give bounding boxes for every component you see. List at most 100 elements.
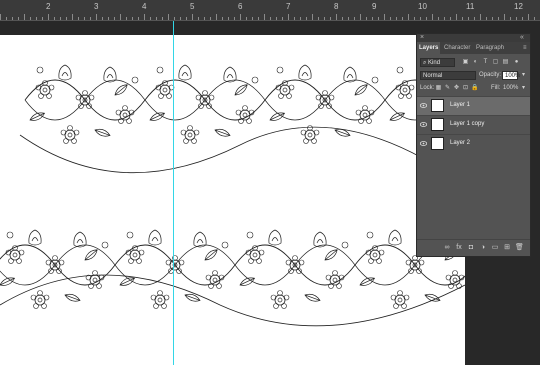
ruler-tick — [96, 14, 97, 20]
blend-row: Normal Opacity: 100% ▾ — [417, 69, 530, 82]
layer-thumbnail — [431, 118, 444, 131]
ruler-tick — [48, 14, 49, 20]
ruler-tick — [120, 14, 121, 20]
horizontal-ruler: 2 3 4 5 6 7 8 9 10 11 12 — [0, 0, 540, 21]
lock-position-icon[interactable]: ✥ — [453, 85, 460, 92]
ruler-tick — [288, 14, 289, 20]
layer-name[interactable]: Layer 1 — [450, 102, 470, 108]
ruler-number: 6 — [238, 2, 243, 11]
chevron-down-icon[interactable]: ▾ — [520, 72, 527, 79]
fill-value[interactable]: 100% — [503, 85, 518, 91]
filter-kind-select[interactable]: ⌕ Kind — [420, 58, 455, 67]
ruler-tick — [300, 17, 301, 20]
layer-name[interactable]: Layer 1 copy — [450, 121, 484, 127]
ruler-number: 7 — [286, 2, 291, 11]
panel-menu-icon[interactable]: ≡ — [521, 42, 529, 54]
chevron-down-icon[interactable]: ▾ — [520, 85, 527, 92]
ruler-tick — [510, 17, 511, 20]
layer-row[interactable]: Layer 1 copy — [417, 115, 530, 134]
ruler-tick — [6, 17, 7, 20]
ruler-number: 4 — [142, 2, 147, 11]
ruler-tick — [66, 17, 67, 20]
fx-icon[interactable]: fx — [455, 244, 463, 252]
eye-icon[interactable] — [420, 103, 427, 108]
eye-icon[interactable] — [420, 141, 427, 146]
ruler-tick — [336, 14, 337, 20]
ruler-tick — [432, 14, 433, 20]
mask-icon[interactable]: ◘ — [467, 244, 475, 252]
ruler-tick — [354, 17, 355, 20]
ruler-tick — [456, 14, 457, 20]
ruler-tick — [318, 17, 319, 20]
ruler-tick — [78, 17, 79, 20]
new-layer-icon[interactable]: ⊞ — [503, 244, 511, 252]
ruler-tick — [270, 17, 271, 20]
link-icon[interactable]: ∞ — [443, 244, 451, 252]
ruler-tick — [408, 14, 409, 20]
vertical-guide-line[interactable] — [173, 21, 174, 365]
panel-title-bar[interactable]: × « — [417, 34, 530, 42]
trash-icon[interactable]: 🗑 — [515, 244, 524, 252]
tab-layers[interactable]: Layers — [417, 42, 441, 54]
ruler-tick — [54, 17, 55, 20]
ruler-tick — [366, 17, 367, 20]
ruler-tick — [342, 17, 343, 20]
type-filter-icon[interactable]: T — [482, 59, 489, 66]
ruler-tick — [306, 17, 307, 20]
opacity-input[interactable]: 100% — [502, 71, 520, 80]
adjustment-icon[interactable]: ◑ — [479, 244, 487, 252]
ruler-tick — [144, 14, 145, 20]
ruler-tick — [498, 17, 499, 20]
collapse-icon[interactable]: « — [520, 34, 524, 42]
ruler-tick — [492, 17, 493, 20]
eye-icon[interactable] — [420, 122, 427, 127]
floral-line-art — [0, 35, 465, 327]
ruler-tick — [180, 17, 181, 20]
ruler-tick — [504, 14, 505, 20]
close-icon[interactable]: × — [420, 34, 424, 42]
filter-toggle-icon[interactable]: ● — [513, 59, 520, 66]
ruler-tick — [186, 17, 187, 20]
adjustment-filter-icon[interactable]: ◐ — [472, 59, 479, 66]
layer-thumbnail — [431, 99, 444, 112]
ruler-tick — [522, 17, 523, 20]
pixel-filter-icon[interactable]: ▣ — [462, 59, 469, 66]
ruler-tick — [324, 17, 325, 20]
ruler-tick — [252, 17, 253, 20]
ruler-tick — [462, 17, 463, 20]
lock-row: Lock: ▦ ✎ ✥ ⊡ 🔒 Fill: 100% ▾ — [417, 82, 530, 95]
blend-mode-select[interactable]: Normal — [420, 71, 476, 80]
ruler-tick — [396, 17, 397, 20]
ruler-tick — [30, 17, 31, 20]
lock-all-icon[interactable]: 🔒 — [471, 85, 478, 92]
ruler-tick — [240, 14, 241, 20]
smart-object-filter-icon[interactable]: ▤ — [502, 59, 509, 66]
layer-row[interactable]: Layer 2 — [417, 134, 530, 153]
ruler-tick — [114, 17, 115, 20]
ruler-tick — [174, 17, 175, 20]
ruler-tick — [468, 17, 469, 20]
document-canvas[interactable] — [0, 35, 465, 365]
filter-row: ⌕ Kind ▣ ◐ T ▢ ▤ ● — [417, 56, 530, 69]
ruler-tick — [414, 17, 415, 20]
folder-icon[interactable]: ▭ — [491, 244, 499, 252]
ruler-tick — [150, 17, 151, 20]
tab-character[interactable]: Character — [442, 42, 472, 54]
ruler-tick — [528, 14, 529, 20]
ruler-tick — [450, 17, 451, 20]
ruler-number: 9 — [372, 2, 377, 11]
layer-name[interactable]: Layer 2 — [450, 140, 470, 146]
ruler-tick — [234, 17, 235, 20]
ruler-tick — [378, 17, 379, 20]
ruler-tick — [192, 14, 193, 20]
ruler-tick — [372, 17, 373, 20]
lock-artboard-icon[interactable]: ⊡ — [462, 85, 469, 92]
layer-row[interactable]: Layer 1 — [417, 96, 530, 115]
lock-transparency-icon[interactable]: ▦ — [435, 85, 442, 92]
shape-filter-icon[interactable]: ▢ — [492, 59, 499, 66]
ruler-tick — [402, 17, 403, 20]
lock-pixels-icon[interactable]: ✎ — [444, 85, 451, 92]
search-icon: ⌕ — [423, 60, 427, 66]
tab-paragraph[interactable]: Paragraph — [474, 42, 506, 54]
panel-tabs: Layers Character Paragraph ≡ — [417, 42, 530, 54]
